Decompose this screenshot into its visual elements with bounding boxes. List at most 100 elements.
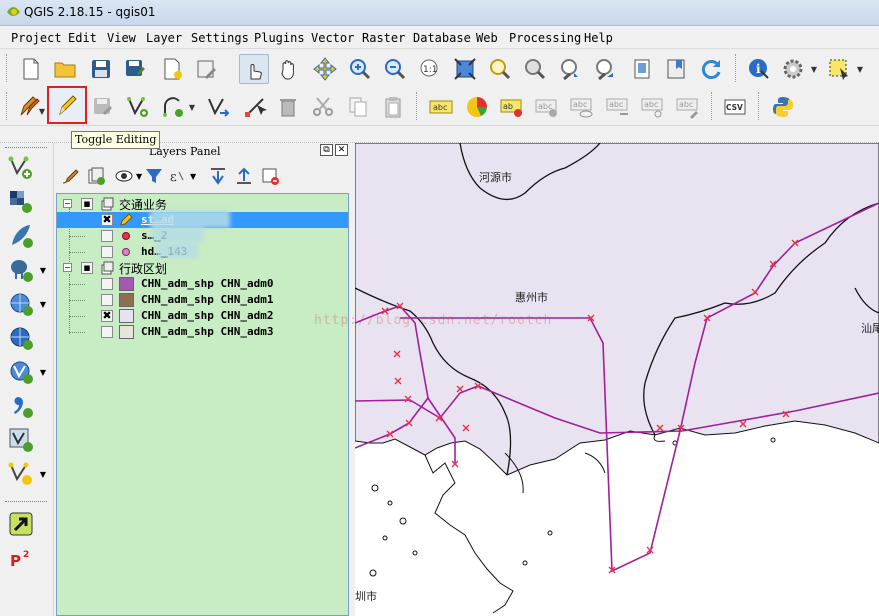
diagram-options-button[interactable] xyxy=(462,92,492,122)
chevron-down-icon[interactable]: ▼ xyxy=(136,172,142,181)
float-panel-icon[interactable]: ⧉ xyxy=(320,144,333,156)
menu-raster[interactable]: Raster xyxy=(362,31,405,45)
add-wfs-layer-button[interactable] xyxy=(6,357,36,387)
layer-visibility-checkbox[interactable] xyxy=(101,230,113,242)
layer-visibility-checkbox[interactable]: ✖ xyxy=(101,214,113,226)
csv-import-button[interactable]: CSV xyxy=(720,92,750,122)
menu-database[interactable]: Database xyxy=(413,31,471,45)
touch-zoom-pan-button[interactable] xyxy=(239,54,269,84)
filter-legend-button[interactable] xyxy=(144,165,164,187)
menu-settings[interactable]: Settings xyxy=(191,31,249,45)
add-virtual-layer-button[interactable] xyxy=(6,425,36,455)
zoom-to-layer-button[interactable] xyxy=(520,54,550,84)
chevron-down-icon[interactable]: ▼ xyxy=(38,96,46,126)
add-raster-layer-button[interactable] xyxy=(6,187,36,217)
layer-row[interactable]: hd…_143 xyxy=(57,244,348,260)
move-feature-button[interactable] xyxy=(203,92,233,122)
chevron-down-icon[interactable]: ▼ xyxy=(188,92,196,122)
collapse-toggle[interactable]: − xyxy=(63,263,72,272)
new-shapefile-layer-button[interactable] xyxy=(6,459,36,489)
layer-row[interactable]: ✖ CHN_adm_shp CHN_adm2 xyxy=(57,308,348,324)
menu-layer[interactable]: Layer xyxy=(146,31,182,45)
zoom-next-button[interactable] xyxy=(590,54,620,84)
menu-processing[interactable]: Processing xyxy=(509,31,581,45)
remove-layer-button[interactable] xyxy=(260,165,280,187)
add-wcs-layer-button[interactable] xyxy=(6,323,36,353)
chevron-down-icon[interactable]: ▼ xyxy=(190,172,196,181)
layer-group-row[interactable]: − ▪ 行政区划 xyxy=(57,260,348,276)
collapse-all-button[interactable] xyxy=(234,165,254,187)
rotate-label-button[interactable]: abc xyxy=(638,92,668,122)
layer-visibility-checkbox[interactable] xyxy=(101,278,113,290)
manage-map-themes-button[interactable]: ▼ xyxy=(114,165,142,187)
chevron-down-icon[interactable]: ▼ xyxy=(856,54,864,84)
paste-features-button[interactable] xyxy=(378,92,408,122)
new-print-composer-button[interactable] xyxy=(158,54,188,84)
layer-row[interactable]: CHN_adm_shp CHN_adm1 xyxy=(57,292,348,308)
identify-features-button[interactable]: i xyxy=(744,54,774,84)
action-button[interactable] xyxy=(778,54,808,84)
add-feature-button[interactable] xyxy=(123,92,153,122)
chevron-down-icon[interactable]: ▼ xyxy=(810,54,818,84)
filter-by-expression-button[interactable]: ε ▼ xyxy=(168,165,196,187)
add-group-button[interactable] xyxy=(86,165,106,187)
zoom-in-button[interactable] xyxy=(345,54,375,84)
add-spatialite-layer-button[interactable] xyxy=(6,221,36,251)
new-bookmark-button[interactable] xyxy=(661,54,691,84)
chevron-down-icon[interactable]: ▼ xyxy=(38,255,48,285)
layer-labeling-options-button[interactable]: abc xyxy=(426,92,456,122)
python-console-button[interactable] xyxy=(768,92,798,122)
p2-plugin-button[interactable]: P2 xyxy=(6,543,36,573)
menu-web[interactable]: Web xyxy=(476,31,498,45)
copy-features-button[interactable] xyxy=(343,92,373,122)
refresh-button[interactable] xyxy=(696,54,726,84)
new-project-button[interactable] xyxy=(16,54,46,84)
composer-manager-button[interactable] xyxy=(192,54,222,84)
group-visibility-checkbox[interactable]: ▪ xyxy=(81,198,93,210)
chevron-down-icon[interactable]: ▼ xyxy=(38,289,48,319)
add-circular-string-button[interactable] xyxy=(158,92,188,122)
menu-view[interactable]: View xyxy=(107,31,136,45)
layer-row[interactable]: CHN_adm_shp CHN_adm3 xyxy=(57,324,348,340)
layer-visibility-checkbox[interactable] xyxy=(101,326,113,338)
add-vector-layer-button[interactable] xyxy=(6,153,36,183)
cut-features-button[interactable] xyxy=(308,92,338,122)
save-as-button[interactable] xyxy=(120,54,150,84)
menu-edit[interactable]: Edit xyxy=(68,31,97,45)
pin-unpin-labels-button[interactable]: abc xyxy=(532,92,562,122)
move-label-button[interactable]: abc xyxy=(603,92,633,122)
toggle-editing-button[interactable] xyxy=(47,86,87,124)
menu-plugins[interactable]: Plugins xyxy=(254,31,305,45)
layer-visibility-checkbox[interactable] xyxy=(101,246,113,258)
zoom-full-button[interactable] xyxy=(450,54,480,84)
save-layer-edits-button[interactable] xyxy=(88,92,118,122)
map-canvas[interactable]: 河源市 惠州市 汕尾 圳市 xyxy=(355,143,879,616)
add-wms-layer-button[interactable] xyxy=(6,289,36,319)
group-visibility-checkbox[interactable]: ▪ xyxy=(81,262,93,274)
new-map-view-button[interactable] xyxy=(628,54,658,84)
add-postgis-layer-button[interactable] xyxy=(6,255,36,285)
menu-help[interactable]: Help xyxy=(584,31,613,45)
node-tool-button[interactable] xyxy=(240,92,270,122)
show-hide-labels-button[interactable]: abc xyxy=(567,92,597,122)
menu-vector[interactable]: Vector xyxy=(311,31,354,45)
add-delimited-text-button[interactable] xyxy=(6,391,36,421)
menu-project[interactable]: Project xyxy=(11,31,62,45)
zoom-out-button[interactable] xyxy=(380,54,410,84)
change-label-button[interactable]: abc xyxy=(673,92,703,122)
pan-to-selection-button[interactable] xyxy=(310,54,340,84)
zoom-to-selection-button[interactable] xyxy=(485,54,515,84)
collapse-toggle[interactable]: − xyxy=(63,199,72,208)
layer-visibility-checkbox[interactable]: ✖ xyxy=(101,310,113,322)
layer-visibility-checkbox[interactable] xyxy=(101,294,113,306)
georeferencer-button[interactable] xyxy=(6,509,36,539)
zoom-native-button[interactable]: 1:1 xyxy=(415,54,445,84)
chevron-down-icon[interactable]: ▼ xyxy=(38,459,48,489)
close-icon[interactable]: ✕ xyxy=(335,144,348,156)
pan-map-button[interactable] xyxy=(274,54,304,84)
chevron-down-icon[interactable]: ▼ xyxy=(38,357,48,387)
select-features-button[interactable] xyxy=(824,54,854,84)
expand-all-button[interactable] xyxy=(208,165,228,187)
style-manager-button[interactable] xyxy=(60,165,80,187)
delete-selected-button[interactable] xyxy=(273,92,303,122)
